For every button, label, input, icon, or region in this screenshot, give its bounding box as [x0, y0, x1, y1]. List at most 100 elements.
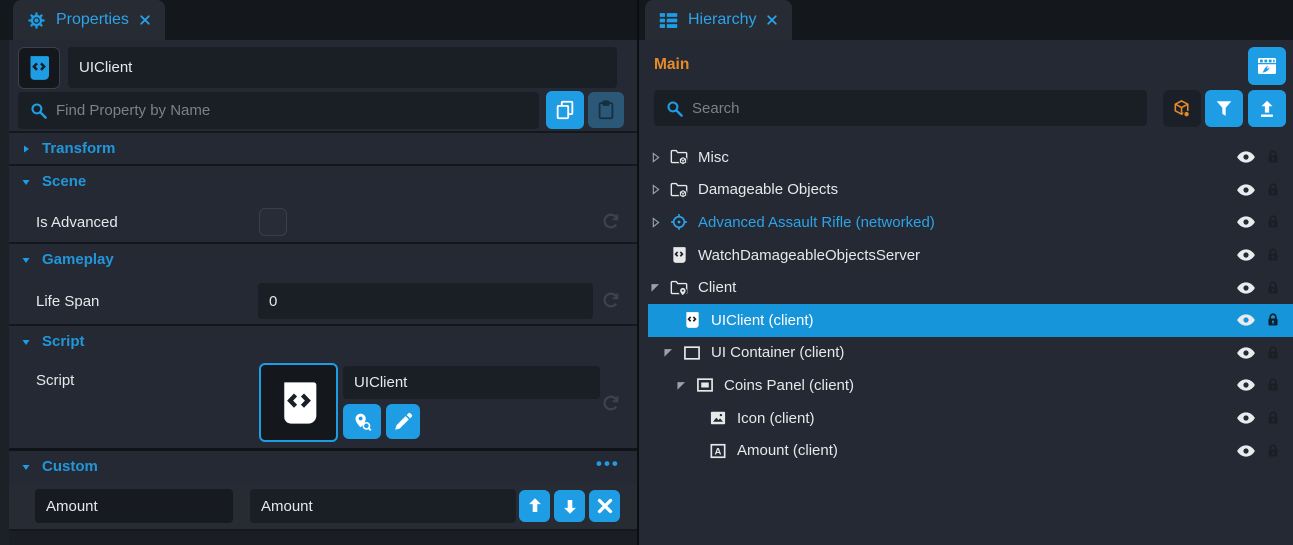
chevron-right-icon: [20, 143, 32, 155]
lock-icon[interactable]: [1265, 409, 1281, 427]
hierarchy-tree: Misc Damageable Objects Advanced Assault R…: [648, 141, 1293, 467]
section-transform[interactable]: Transform: [9, 134, 637, 163]
svg-text:A: A: [715, 446, 722, 457]
reset-icon[interactable]: [600, 290, 621, 311]
hierarchy-panel: Hierarchy Main Misc Damageable Objects Adv…: [639, 0, 1293, 545]
reset-icon[interactable]: [600, 211, 621, 232]
tree-expand-icon[interactable]: [661, 345, 676, 360]
visibility-eye-icon[interactable]: [1236, 441, 1256, 461]
scene-name-label: Main: [654, 56, 689, 74]
custom-param-name-input[interactable]: [46, 498, 222, 515]
scene-settings-button[interactable]: [1248, 47, 1286, 85]
find-script-in-project-button[interactable]: [343, 404, 381, 439]
tree-row-advanced-assault-rifle-networked[interactable]: Advanced Assault Rifle (networked): [648, 206, 1293, 239]
tree-expand-icon[interactable]: [648, 182, 663, 197]
tree-row-uiclient-client[interactable]: UIClient (client): [648, 304, 1293, 337]
visibility-eye-icon[interactable]: [1236, 245, 1256, 265]
visibility-eye-icon[interactable]: [1236, 343, 1256, 363]
tree-row-client[interactable]: Client: [648, 271, 1293, 304]
paste-properties-button[interactable]: [588, 92, 624, 128]
tree-row-misc[interactable]: Misc: [648, 141, 1293, 174]
script-field-label: Script: [36, 372, 74, 389]
lock-icon[interactable]: [1265, 279, 1281, 297]
tree-row-watchdamageableobjectsserver[interactable]: WatchDamageableObjectsServer: [648, 239, 1293, 272]
tree-row-label: WatchDamageableObjectsServer: [698, 247, 920, 264]
chevron-down-icon: [20, 336, 32, 348]
gear-icon: [26, 10, 47, 31]
tree-expand-icon[interactable]: [648, 150, 663, 165]
divider: [9, 242, 637, 244]
chevron-down-icon: [20, 461, 32, 473]
hierarchy-tabbar: Hierarchy: [639, 0, 1293, 40]
section-gameplay[interactable]: Gameplay: [9, 245, 637, 274]
tree-row-label: Damageable Objects: [698, 181, 838, 198]
export-button[interactable]: [1248, 90, 1286, 127]
lock-icon[interactable]: [1265, 311, 1281, 329]
visibility-eye-icon[interactable]: [1236, 375, 1256, 395]
arrow-down-icon: [559, 495, 581, 517]
tree-row-amount-client[interactable]: AAmount (client): [648, 434, 1293, 467]
custom-menu-button[interactable]: •••: [596, 454, 620, 474]
visibility-eye-icon[interactable]: [1236, 180, 1256, 200]
script-asset-name-input[interactable]: [354, 374, 589, 391]
custom-param-value-input[interactable]: [261, 498, 505, 515]
section-scene-label: Scene: [42, 173, 86, 190]
upload-icon: [1256, 98, 1278, 120]
delete-param-button[interactable]: [589, 490, 620, 522]
tree-row-icon-client[interactable]: Icon (client): [648, 402, 1293, 435]
tree-expand-icon[interactable]: [648, 280, 663, 295]
ui-text-icon: A: [708, 441, 728, 461]
tab-properties[interactable]: Properties: [13, 0, 165, 40]
ui-container-icon: [682, 343, 702, 363]
lock-icon[interactable]: [1265, 344, 1281, 362]
tab-hierarchy[interactable]: Hierarchy: [645, 0, 792, 40]
visibility-eye-icon[interactable]: [1236, 147, 1256, 167]
tree-expand-icon[interactable]: [674, 378, 689, 393]
tree-expand-icon[interactable]: [648, 215, 663, 230]
property-search-input[interactable]: [56, 102, 528, 119]
hierarchy-search-input[interactable]: [692, 100, 1136, 117]
section-script[interactable]: Script: [9, 327, 637, 356]
search-icon: [665, 99, 684, 118]
close-icon[interactable]: [138, 13, 152, 27]
visibility-eye-icon[interactable]: [1236, 212, 1256, 232]
lock-icon[interactable]: [1265, 181, 1281, 199]
chevron-down-icon: [20, 176, 32, 188]
script-icon: [24, 53, 54, 83]
lock-icon[interactable]: [1265, 246, 1281, 264]
tree-row-label: Advanced Assault Rifle (networked): [698, 214, 935, 231]
lock-icon[interactable]: [1265, 148, 1281, 166]
tree-row-label: Misc: [698, 149, 729, 166]
properties-content: Transform Scene Is Advanced Gameplay Lif…: [0, 40, 637, 545]
section-custom[interactable]: Custom: [9, 452, 637, 481]
lock-icon[interactable]: [1265, 442, 1281, 460]
tree-row-damageable-objects[interactable]: Damageable Objects: [648, 174, 1293, 207]
grouping-mode-button[interactable]: [1163, 90, 1201, 127]
divider: [9, 164, 637, 166]
script-asset-thumbnail[interactable]: [259, 363, 338, 442]
tree-row-coins-panel-client[interactable]: Coins Panel (client): [648, 369, 1293, 402]
life-span-input[interactable]: [269, 293, 582, 310]
visibility-eye-icon[interactable]: [1236, 310, 1256, 330]
move-param-down-button[interactable]: [554, 490, 585, 522]
visibility-eye-icon[interactable]: [1236, 278, 1256, 298]
object-name-input[interactable]: [79, 59, 606, 76]
edit-script-button[interactable]: [386, 404, 420, 439]
filter-button[interactable]: [1205, 90, 1243, 127]
close-icon[interactable]: [765, 13, 779, 27]
tree-row-ui-container-client[interactable]: UI Container (client): [648, 337, 1293, 370]
object-name-field-wrap: [68, 47, 617, 88]
section-scene[interactable]: Scene: [9, 167, 637, 196]
copy-properties-button[interactable]: [546, 91, 584, 129]
tree-row-label: UI Container (client): [711, 344, 844, 361]
move-param-up-button[interactable]: [519, 490, 550, 522]
is-advanced-checkbox[interactable]: [259, 208, 287, 236]
visibility-eye-icon[interactable]: [1236, 408, 1256, 428]
lock-icon[interactable]: [1265, 213, 1281, 231]
life-span-label: Life Span: [36, 293, 99, 310]
networked-template-icon: [669, 212, 689, 232]
object-type-badge: [18, 47, 60, 89]
reset-icon[interactable]: [600, 393, 621, 414]
section-transform-label: Transform: [42, 140, 115, 157]
lock-icon[interactable]: [1265, 376, 1281, 394]
